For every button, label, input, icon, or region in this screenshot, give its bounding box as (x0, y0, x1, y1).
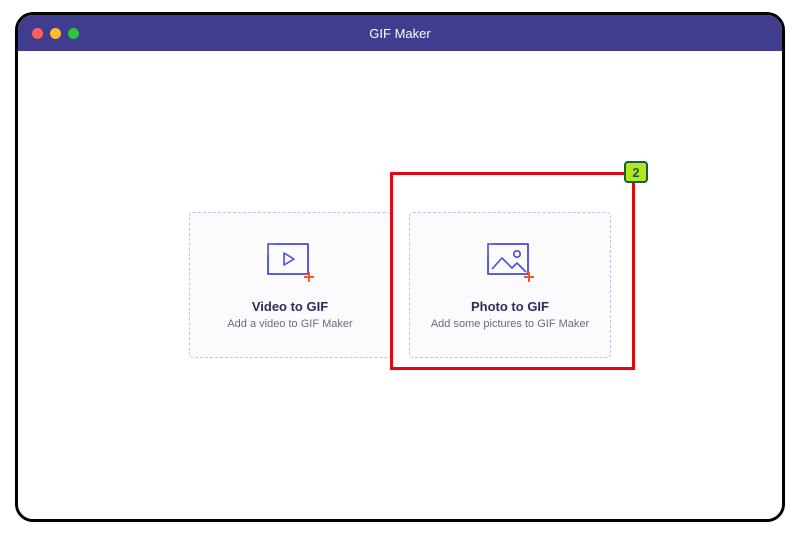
content-area: Video to GIF Add a video to GIF Maker (18, 51, 782, 519)
photo-to-gif-card[interactable]: Photo to GIF Add some pictures to GIF Ma… (409, 212, 611, 358)
video-card-desc: Add a video to GIF Maker (227, 318, 352, 330)
minimize-window-button[interactable] (50, 28, 61, 39)
annotation-badge: 2 (624, 161, 648, 183)
video-icon (262, 241, 318, 289)
close-window-button[interactable] (32, 28, 43, 39)
photo-icon (482, 241, 538, 289)
photo-card-title: Photo to GIF (471, 299, 549, 314)
app-window: GIF Maker Video (15, 12, 785, 522)
option-cards: Video to GIF Add a video to GIF Maker (189, 212, 611, 358)
photo-card-desc: Add some pictures to GIF Maker (431, 318, 589, 330)
video-to-gif-card[interactable]: Video to GIF Add a video to GIF Maker (189, 212, 391, 358)
titlebar: GIF Maker (18, 15, 782, 51)
window-title: GIF Maker (18, 26, 782, 41)
traffic-lights (32, 28, 79, 39)
video-card-title: Video to GIF (252, 299, 328, 314)
fullscreen-window-button[interactable] (68, 28, 79, 39)
